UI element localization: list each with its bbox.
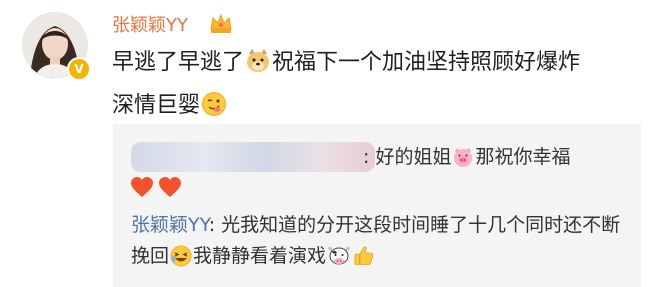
reply-2: 张颖颖YY: 光我知道的分开这段时间睡了十几个同时还不断挽回 我静静看着演戏 [131,210,631,277]
post-text: 早逃了早逃了 祝福下一个加油坚持照顾好爆炸 深情巨婴 [112,44,642,130]
crown-icon [208,11,234,39]
verified-badge-icon: V [67,57,91,81]
hearts-row [131,177,183,203]
reply-1-text: : 好的姐姐 [363,146,452,168]
blurred-username [131,142,375,172]
thumbs-up-icon [353,245,375,277]
reply-2-text-b: 我静静看着演戏 [193,245,327,267]
pig-emoji-icon [452,146,474,177]
reply-2-username[interactable]: 张颖颖YY [131,214,209,236]
quoted-reply-box[interactable]: : 好的姐姐 那祝你幸福 张颖颖YY: 光我知道的分开这段时间睡了十几个同时还不… [113,124,641,287]
cow-emoji-icon [327,245,351,277]
doge-emoji-icon [245,48,271,87]
username[interactable]: 张颖颖YY [112,14,188,38]
reply-1: : 好的姐姐 那祝你幸福 [363,142,570,172]
post-text-part-2: 祝福下一个加油坚持照顾好爆炸 [272,50,581,75]
reply-1-text-b: 那祝你幸福 [475,146,571,168]
post-text-part-1: 早逃了早逃了 [112,50,245,75]
post-text-part-3: 深情巨婴 [112,93,201,118]
laughing-emoji-icon [170,245,192,277]
heart-icon [131,177,181,197]
